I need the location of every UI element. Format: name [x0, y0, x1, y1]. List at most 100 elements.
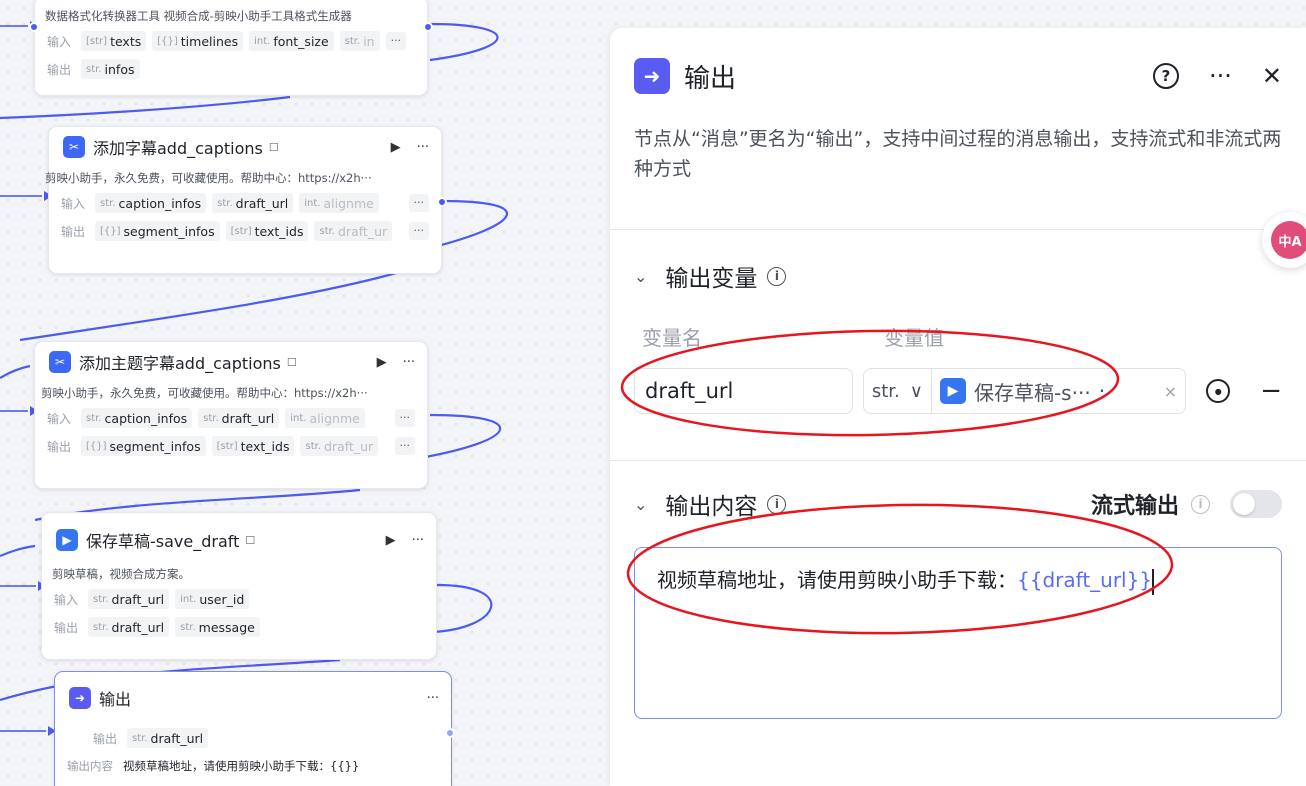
output-label: 输出: [47, 439, 72, 454]
plugin-badge-icon: ☐: [268, 140, 279, 154]
node-add-theme-captions[interactable]: ✂ 添加主题字幕add_captions ☐ ▶ ··· 剪映小助手，永久免费，…: [34, 341, 428, 489]
output-port[interactable]: [437, 197, 447, 207]
node-description: 数据格式化转换器工具 视频合成-剪映小助手工具格式生成器: [45, 9, 352, 23]
info-icon[interactable]: i: [767, 266, 787, 286]
input-label: 输入: [61, 196, 86, 211]
input-tag: int. alignme: [299, 193, 379, 213]
help-icon[interactable]: ?: [1153, 63, 1179, 89]
capcut-icon: ▶: [939, 378, 966, 404]
plugin-badge-icon: ☐: [286, 355, 297, 369]
output-label: 输出: [54, 620, 79, 635]
text-caret: [1152, 568, 1155, 595]
node-header: ▶ 保存草稿-save_draft ☐ ▶ ···: [42, 513, 436, 567]
scissors-icon: ✂: [63, 136, 85, 158]
output-label: 输出: [93, 731, 118, 746]
input-tag: str. in: [339, 31, 380, 51]
edge-left-theme: [0, 364, 31, 379]
node-title: 添加字幕add_captions: [93, 139, 263, 158]
input-label: 输入: [54, 592, 79, 607]
reference-label: 保存草稿-s···: [973, 380, 1091, 405]
node-title: 输出: [99, 690, 132, 709]
column-headers: 变量名 变量值: [642, 322, 1282, 352]
node-menu-button[interactable]: ···: [412, 533, 424, 548]
input-tag: str. draft_url: [198, 408, 280, 428]
translate-icon: 中A: [1271, 221, 1306, 259]
edge-loop-theme: [419, 413, 502, 460]
var-reference[interactable]: ▶ 保存草稿-s··· · ×: [932, 377, 1185, 406]
variable-picker-icon[interactable]: ●: [1206, 379, 1231, 403]
input-tag: str. caption_infos: [81, 408, 193, 428]
output-node-icon: ➜: [634, 58, 670, 94]
node-output-row: 输出 [{}] segment_infos [str] text_ids str. d…: [49, 217, 441, 245]
run-button[interactable]: ▶: [386, 533, 396, 548]
input-tag: [str] texts: [81, 31, 147, 51]
output-tag: str. message: [175, 617, 260, 637]
node-header: ✂ 添加主题字幕add_captions ☐ ▶ ···: [35, 342, 427, 382]
stream-output-toggle[interactable]: [1230, 490, 1282, 518]
output-label: 输出: [47, 62, 72, 77]
chevron-down-icon: ∨: [909, 380, 923, 402]
node-output-row: 输出 str. infos: [35, 55, 427, 83]
section-header[interactable]: ⌄ 输出内容 i 流式输出 i: [634, 461, 1282, 547]
input-tag: [{}] timelines: [152, 31, 244, 51]
content-preview: 视频草稿地址，请使用剪映小助手下载：{{}}: [123, 759, 360, 773]
node-menu-button[interactable]: ···: [417, 140, 429, 155]
node-output[interactable]: ➜ 输出 ··· 输出 str. draft_url 输出内容 视频草稿地址，请使…: [54, 671, 455, 786]
stream-output-label: 流式输出: [1090, 494, 1179, 519]
input-tag: str. draft_url: [212, 193, 294, 213]
remove-var-button[interactable]: −: [1260, 376, 1282, 406]
input-port[interactable]: [29, 22, 39, 32]
edge-loop-format: [429, 22, 499, 62]
input-tag: int. alignme: [285, 408, 365, 428]
node-description: 剪映小助手，永久免费，可收藏使用。帮助中心：https://x2h···: [41, 386, 368, 400]
output-content-editor[interactable]: 视频草稿地址，请使用剪映小助手下载：{{draft_url}}: [634, 547, 1282, 719]
output-tag: str. draft_ur: [300, 436, 379, 456]
info-icon[interactable]: i: [767, 494, 787, 514]
chevron-down-icon[interactable]: ⌄: [634, 495, 647, 514]
output-tag: str. infos: [81, 59, 140, 79]
edge-captions-to-theme: [19, 270, 401, 342]
workflow-canvas[interactable]: 数据格式化转换器工具 视频合成-剪映小助手工具格式生成器 输入 [str] tex…: [0, 0, 610, 786]
section-header[interactable]: ⌄ 输出变量 i: [634, 230, 1282, 322]
node-save-draft[interactable]: ▶ 保存草稿-save_draft ☐ ▶ ··· 剪映草稿，视频合成方案。 输…: [41, 512, 437, 660]
more-outputs-button[interactable]: ···: [408, 222, 429, 240]
more-icon[interactable]: ···: [1209, 62, 1232, 90]
node-menu-button[interactable]: ···: [427, 691, 439, 706]
node-description: 剪映草稿，视频合成方案。: [52, 567, 190, 581]
more-inputs-button[interactable]: ···: [385, 32, 407, 50]
input-tag: int. user_id: [175, 589, 250, 609]
output-vars-section: ⌄ 输出变量 i 变量名 变量值 draft_url str. ∨ ▶ 保存草稿…: [610, 230, 1306, 414]
variable-row: draft_url str. ∨ ▶ 保存草稿-s··· · × ● −: [634, 368, 1282, 414]
node-format-converter[interactable]: 数据格式化转换器工具 视频合成-剪映小助手工具格式生成器 输入 [str] tex…: [29, 0, 433, 96]
node-content-row: 输出内容 视频草稿地址，请使用剪映小助手下载：{{}}: [55, 752, 451, 780]
input-tag: str. caption_infos: [95, 193, 207, 213]
edge-loop-save: [429, 583, 493, 634]
node-input-row: 输入 str. draft_url int. user_id: [42, 585, 436, 613]
run-button[interactable]: ▶: [391, 140, 401, 155]
close-icon[interactable]: ✕: [1262, 62, 1282, 90]
node-add-captions[interactable]: ✂ 添加字幕add_captions ☐ ▶ ··· 剪映小助手，永久免费，可收…: [45, 126, 447, 274]
chevron-down-icon[interactable]: ⌄: [634, 267, 647, 286]
node-header: ➜ 输出 ···: [55, 672, 451, 724]
output-tag: [{}] segment_infos: [95, 221, 220, 241]
type-select[interactable]: str. ∨: [864, 369, 932, 413]
more-outputs-button[interactable]: ···: [394, 437, 415, 455]
more-inputs-button[interactable]: ···: [394, 409, 415, 427]
clear-icon[interactable]: ×: [1164, 382, 1177, 401]
scissors-icon: ✂: [49, 351, 71, 373]
output-label: 输出: [61, 224, 86, 239]
run-button[interactable]: ▶: [377, 355, 387, 370]
content-label: 输出内容: [67, 759, 113, 773]
more-inputs-button[interactable]: ···: [408, 194, 429, 212]
col-var-name: 变量名: [642, 326, 702, 350]
var-name-input[interactable]: draft_url: [634, 368, 853, 414]
node-output-row: 输出 str. draft_url str. message: [42, 613, 436, 641]
node-menu-button[interactable]: ···: [403, 355, 415, 370]
output-port[interactable]: [445, 728, 455, 738]
panel-description: 节点从“消息”更名为“输出”，支持中间过程的消息输出，支持流式和非流式两种方式: [610, 124, 1306, 230]
capcut-icon: ▶: [56, 529, 78, 551]
info-icon[interactable]: i: [1191, 494, 1210, 514]
output-port[interactable]: [423, 22, 433, 32]
node-input-row: 输入 str. caption_infos str. draft_url int. a…: [49, 189, 441, 217]
input-tag: int. font_size: [249, 31, 334, 51]
